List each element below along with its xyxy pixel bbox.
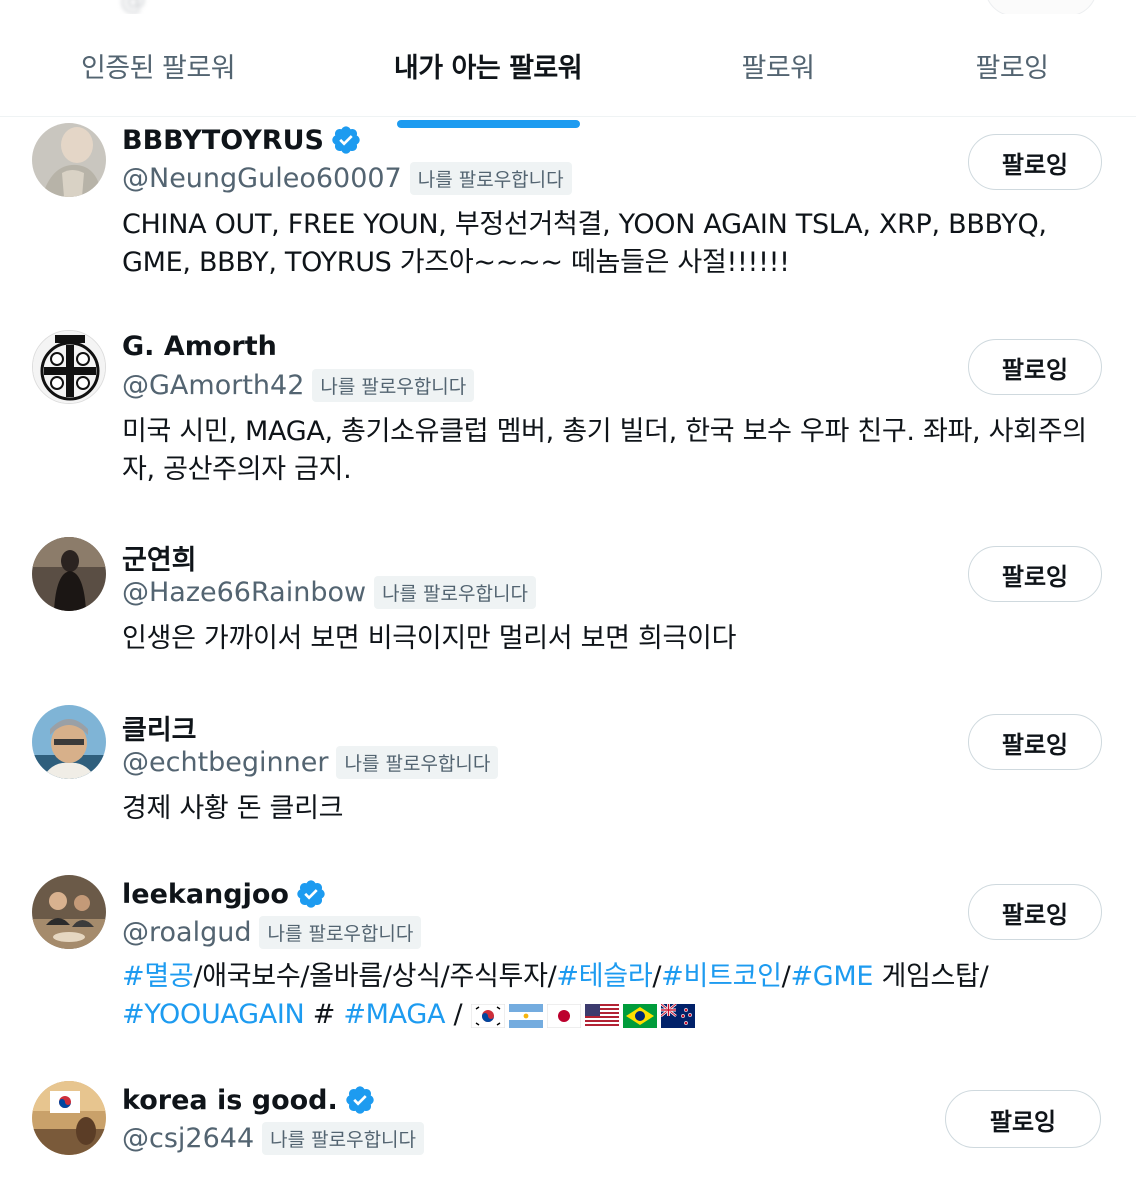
japan-flag-icon (546, 1003, 581, 1028)
tab-following[interactable]: 팔로잉 (934, 14, 1090, 117)
user-row-roalgud[interactable]: leekangjoo @roalgud 나를 팔로우합니다 #멸공/애국보수/올… (0, 872, 1136, 1072)
follows-you-badge: 나를 팔로우합니다 (312, 369, 475, 402)
user-row-bbbytoyrus[interactable]: BBBYTOYRUS @NeungGuleo60007 나를 팔로우합니다 CH… (0, 118, 1136, 318)
new-zealand-flag-icon (660, 1003, 695, 1028)
following-button[interactable]: 팔로잉 (968, 134, 1102, 190)
bio-text: 게임스탑/ (873, 961, 989, 992)
tab-verified-followers[interactable]: 인증된 팔로워 (40, 14, 276, 117)
following-button[interactable]: 팔로잉 (968, 546, 1102, 602)
tab-followers-you-know[interactable]: 내가 아는 팔로워 (370, 14, 606, 117)
user-display-name[interactable]: 클리크 (122, 708, 197, 747)
avatar[interactable] (32, 875, 106, 949)
avatar[interactable] (32, 330, 106, 404)
following-button[interactable]: 팔로잉 (968, 339, 1102, 395)
user-bio: CHINA OUT, FREE YOUN, 부정선거척결, YOON AGAIN… (122, 209, 1047, 278)
user-bio: #멸공/애국보수/올바름/상식/주식투자/#테슬라/#비트코인/#GME 게임스… (122, 958, 1112, 1034)
user-handle[interactable]: @NeungGuleo60007 (122, 163, 402, 194)
avatar[interactable] (32, 123, 106, 197)
user-bio: 미국 시민, MAGA, 총기소유클럽 멤버, 총기 빌더, 한국 보수 우파 … (122, 416, 1087, 485)
user-handle[interactable]: @csj2644 (122, 1123, 254, 1154)
hashtag-link[interactable]: #테슬라 (556, 961, 652, 992)
user-display-name[interactable]: 군연희 (122, 538, 197, 577)
bio-text: / (445, 999, 471, 1030)
user-display-name[interactable]: leekangjoo (122, 879, 289, 910)
brazil-flag-icon (622, 1003, 657, 1028)
argentina-flag-icon (508, 1003, 543, 1028)
previous-follow-button-fragment (985, 0, 1097, 14)
bio-text: /애국보수/올바름/상식/주식투자/ (193, 961, 557, 992)
follows-you-badge: 나를 팔로우합니다 (259, 916, 422, 949)
user-bio: 경제 사황 돈 클리크 (122, 793, 344, 824)
follows-you-badge: 나를 팔로우합니다 (262, 1122, 425, 1155)
bio-text: # (304, 999, 344, 1030)
user-handle[interactable]: @roalgud (122, 917, 251, 948)
hashtag-link[interactable]: #비트코인 (661, 961, 782, 992)
hashtag-link[interactable]: #멸공 (122, 961, 194, 992)
avatar[interactable] (32, 537, 106, 611)
follows-you-badge: 나를 팔로우합니다 (374, 576, 536, 609)
avatar[interactable] (32, 705, 106, 779)
avatar[interactable] (32, 1081, 106, 1155)
bio-text: / (652, 961, 662, 992)
tab-followers[interactable]: 팔로워 (700, 14, 856, 117)
following-button[interactable]: 팔로잉 (968, 884, 1102, 940)
user-row-echtbeginner[interactable]: 클리크 @echtbeginner 나를 팔로우합니다 경제 사황 돈 클리크 … (0, 702, 1136, 862)
user-handle[interactable]: @GAmorth42 (122, 370, 304, 401)
user-row-gamorth[interactable]: G. Amorth @GAmorth42 나를 팔로우합니다 미국 시민, MA… (0, 325, 1136, 525)
usa-flag-icon (584, 1003, 619, 1028)
user-handle[interactable]: @Haze66Rainbow (122, 577, 366, 608)
verified-badge-icon (346, 1086, 374, 1114)
following-button[interactable]: 팔로잉 (945, 1090, 1101, 1148)
follows-you-badge: 나를 팔로우합니다 (336, 746, 499, 779)
follows-you-badge: 나를 팔로우합니다 (409, 162, 572, 195)
hashtag-link[interactable]: #YOOUAGAIN (122, 999, 305, 1030)
user-display-name[interactable]: BBBYTOYRUS (122, 125, 324, 156)
verified-badge-icon (332, 126, 360, 154)
previous-row-fragment: @ (0, 0, 1136, 14)
hashtag-link[interactable]: #MAGA (343, 999, 445, 1030)
user-handle[interactable]: @echtbeginner (122, 747, 328, 778)
following-button[interactable]: 팔로잉 (968, 714, 1102, 770)
user-row-csj2644[interactable]: korea is good. @csj2644 나를 팔로우합니다 팔로잉 (0, 1078, 1136, 1200)
user-display-name[interactable]: G. Amorth (122, 331, 277, 362)
hashtag-link[interactable]: #GME (790, 961, 873, 992)
user-display-name[interactable]: korea is good. (122, 1085, 338, 1116)
verified-badge-icon (297, 880, 325, 908)
user-row-haze66rainbow[interactable]: 군연희 @Haze66Rainbow 나를 팔로우합니다 인생은 가까이서 보면… (0, 532, 1136, 692)
follower-tabs: 인증된 팔로워 내가 아는 팔로워 팔로워 팔로잉 (0, 14, 1136, 128)
blurred-handle-fragment: @ (120, 0, 146, 14)
user-bio: 인생은 가까이서 보면 비극이지만 멀리서 보면 희극이다 (122, 623, 737, 654)
korea-flag-icon (470, 1003, 505, 1028)
